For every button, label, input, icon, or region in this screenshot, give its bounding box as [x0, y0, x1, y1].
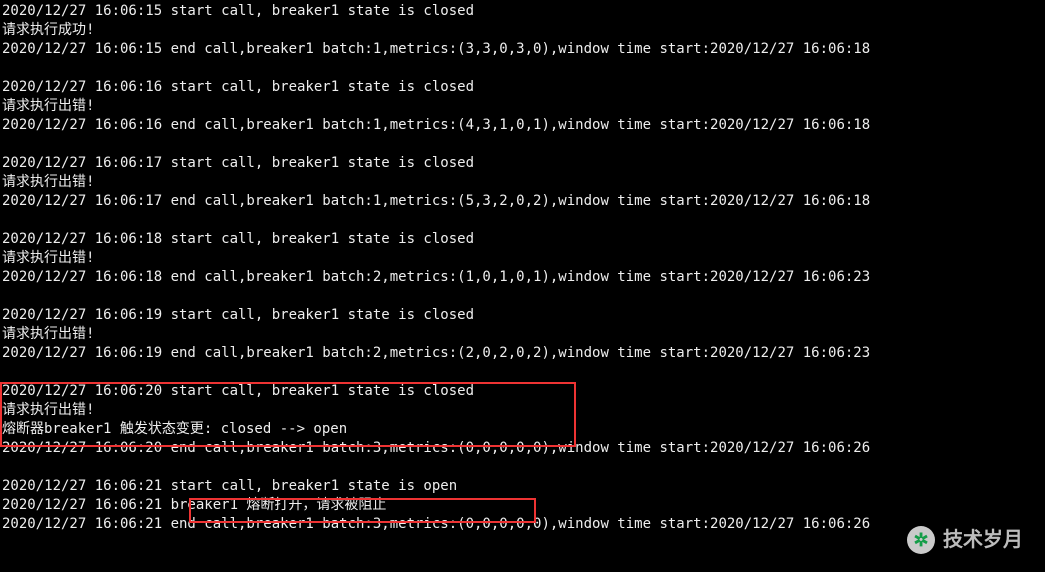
log-line: 请求执行出错! — [2, 325, 1045, 344]
log-line: 2020/12/27 16:06:17 start call, breaker1… — [2, 154, 1045, 173]
log-line: 请求执行出错! — [2, 97, 1045, 116]
log-line: 2020/12/27 16:06:21 start call, breaker1… — [2, 477, 1045, 496]
log-line: 2020/12/27 16:06:15 end call,breaker1 ba… — [2, 40, 1045, 59]
terminal-output: 2020/12/27 16:06:15 start call, breaker1… — [0, 0, 1045, 534]
log-line: 2020/12/27 16:06:19 end call,breaker1 ba… — [2, 344, 1045, 363]
log-line: 熔断器breaker1 触发状态变更: closed --> open — [2, 420, 1045, 439]
log-line — [2, 211, 1045, 230]
wechat-icon: ✲ — [907, 526, 935, 554]
log-line: 2020/12/27 16:06:20 end call,breaker1 ba… — [2, 439, 1045, 458]
log-line: 2020/12/27 16:06:15 start call, breaker1… — [2, 2, 1045, 21]
log-line: 请求执行成功! — [2, 21, 1045, 40]
log-line: 请求执行出错! — [2, 401, 1045, 420]
log-line: 2020/12/27 16:06:21 breaker1 熔断打开，请求被阻止 — [2, 496, 1045, 515]
log-line — [2, 458, 1045, 477]
log-line: 2020/12/27 16:06:18 end call,breaker1 ba… — [2, 268, 1045, 287]
log-line: 2020/12/27 16:06:21 end call,breaker1 ba… — [2, 515, 1045, 534]
log-line — [2, 135, 1045, 154]
log-line: 2020/12/27 16:06:16 end call,breaker1 ba… — [2, 116, 1045, 135]
log-line: 2020/12/27 16:06:17 end call,breaker1 ba… — [2, 192, 1045, 211]
log-line: 2020/12/27 16:06:20 start call, breaker1… — [2, 382, 1045, 401]
log-line — [2, 363, 1045, 382]
watermark-text: 技术岁月 — [943, 531, 1023, 550]
log-line — [2, 59, 1045, 78]
log-line: 请求执行出错! — [2, 173, 1045, 192]
log-line: 2020/12/27 16:06:16 start call, breaker1… — [2, 78, 1045, 97]
log-line — [2, 287, 1045, 306]
log-line: 请求执行出错! — [2, 249, 1045, 268]
log-line: 2020/12/27 16:06:18 start call, breaker1… — [2, 230, 1045, 249]
watermark: ✲ 技术岁月 — [907, 526, 1023, 554]
log-line: 2020/12/27 16:06:19 start call, breaker1… — [2, 306, 1045, 325]
